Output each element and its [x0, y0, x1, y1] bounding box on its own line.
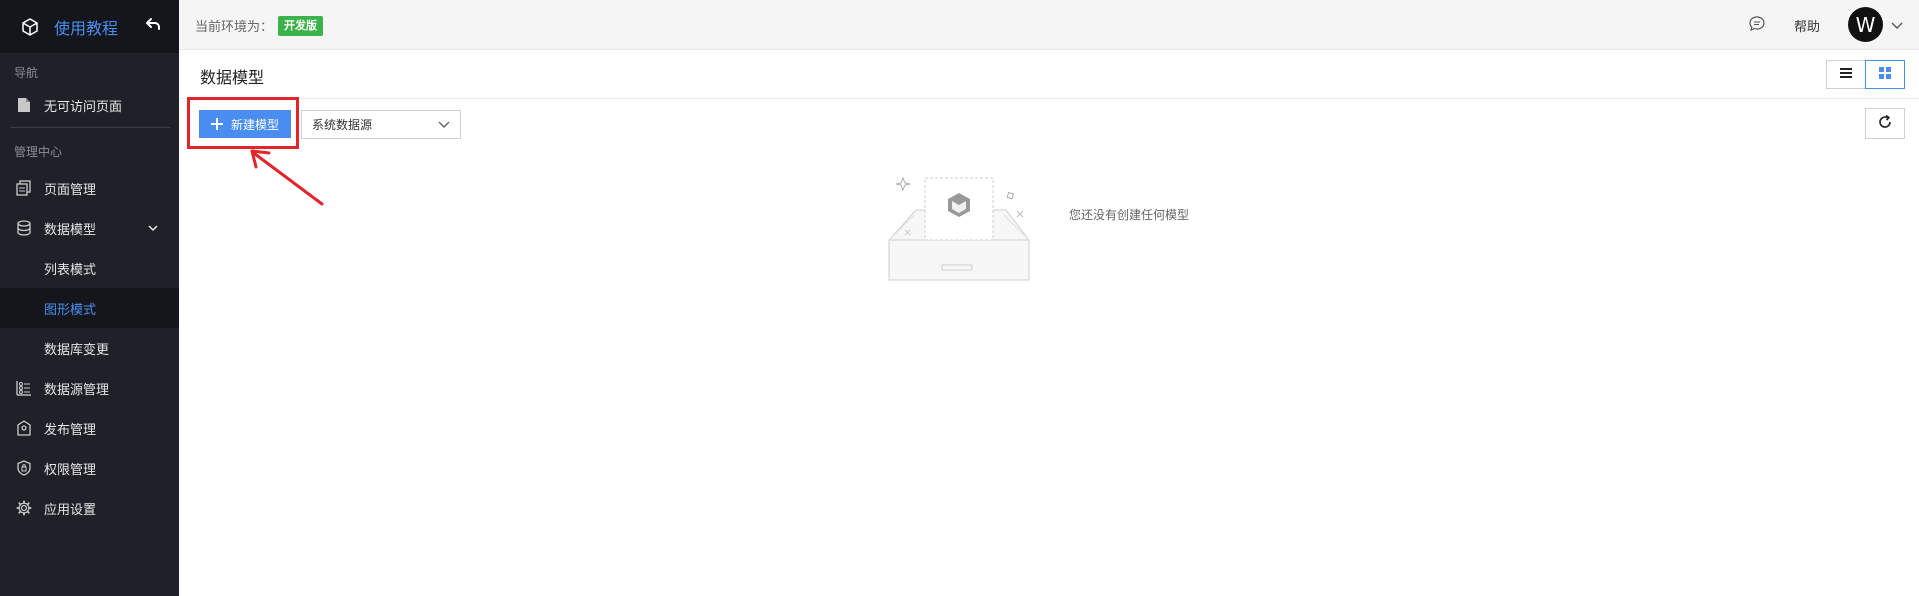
sidebar-item-label: 无可访问页面	[44, 99, 123, 115]
sidebar-item-publish-mgmt[interactable]: 发布管理	[0, 408, 179, 448]
annotation-arrow-icon	[250, 149, 324, 206]
grid-view-button[interactable]	[1865, 60, 1905, 89]
grid-view-icon	[1879, 66, 1891, 83]
env-label: 当前环境为：	[195, 20, 274, 35]
sidebar-item-label: 页面管理	[44, 182, 97, 198]
new-model-button[interactable]: 新建模型	[199, 110, 291, 138]
avatar[interactable]: W	[1848, 7, 1883, 42]
section-admin: 管理中心	[14, 145, 63, 159]
sidebar-item-label: 发布管理	[44, 422, 97, 438]
env-badge: 开发版	[278, 16, 323, 36]
new-model-label: 新建模型	[230, 117, 279, 132]
app-name[interactable]: 使用教程	[54, 15, 118, 39]
document-icon	[16, 97, 32, 113]
header-divider	[179, 98, 1919, 99]
undo-arrow-icon[interactable]	[143, 14, 163, 34]
sidebar-item-data-model[interactable]: 数据模型	[0, 208, 179, 248]
shield-icon	[16, 460, 32, 476]
list-view-icon	[1840, 67, 1852, 82]
database-icon	[16, 220, 32, 236]
empty-state-text: 您还没有创建任何模型	[1069, 208, 1190, 222]
datasource-select[interactable]: 系统数据源	[301, 110, 461, 139]
chevron-down-icon	[147, 222, 159, 238]
chevron-down-icon[interactable]	[1889, 17, 1905, 33]
sidebar-item-page-mgmt[interactable]: 页面管理	[0, 168, 179, 208]
topbar: 当前环境为： 开发版 帮助 W	[179, 0, 1919, 50]
help-link[interactable]: 帮助	[1794, 16, 1820, 35]
datasource-list-icon	[16, 380, 32, 396]
chat-bubble-icon[interactable]	[1747, 14, 1767, 34]
chevron-down-icon	[438, 118, 450, 133]
cube-icon	[18, 15, 42, 39]
sidebar-item-datasource-mgmt[interactable]: 数据源管理	[0, 368, 179, 408]
sidebar-item-label: 数据模型	[44, 222, 97, 238]
page-title: 数据模型	[200, 68, 265, 87]
refresh-icon	[1877, 114, 1893, 134]
view-toggle	[1826, 60, 1905, 89]
empty-box-illustration	[888, 176, 1030, 281]
sidebar-header: 使用教程	[0, 0, 179, 53]
datasource-select-value: 系统数据源	[312, 118, 373, 132]
section-nav: 导航	[14, 66, 39, 80]
sidebar-item-permission-mgmt[interactable]: 权限管理	[0, 448, 179, 488]
sidebar-item-graph-mode[interactable]: 图形模式	[0, 288, 179, 328]
sidebar-item-list-mode[interactable]: 列表模式	[0, 248, 179, 288]
plus-icon	[210, 118, 223, 130]
sidebar: 使用教程 导航 无可访问页面 管理中心 页面管理 数据模型 列表模式 图形模式 …	[0, 0, 179, 596]
sidebar-item-label: 应用设置	[44, 502, 97, 518]
sidebar-item-app-settings[interactable]: 应用设置	[0, 488, 179, 528]
refresh-button[interactable]	[1865, 108, 1905, 139]
pages-icon	[16, 180, 32, 196]
list-view-button[interactable]	[1826, 60, 1866, 89]
sidebar-item-label: 数据源管理	[44, 382, 110, 398]
gear-icon	[16, 500, 32, 516]
sidebar-item-label: 权限管理	[44, 462, 97, 478]
sidebar-item-no-access[interactable]: 无可访问页面	[0, 85, 179, 125]
sidebar-item-db-change[interactable]: 数据库变更	[0, 328, 179, 368]
publish-icon	[16, 420, 32, 436]
